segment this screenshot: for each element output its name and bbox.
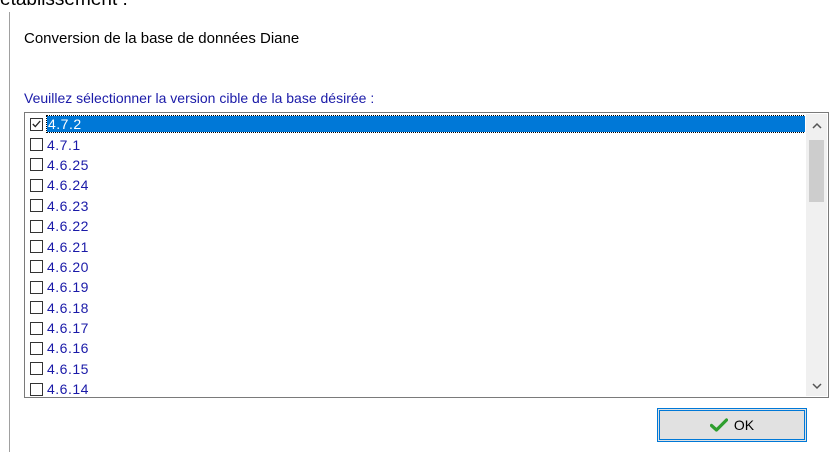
chevron-up-icon — [811, 116, 822, 134]
checkbox-check-icon — [32, 120, 41, 128]
version-label: 4.6.16 — [47, 340, 89, 357]
ok-button-focus-border — [659, 410, 805, 440]
version-checkbox[interactable] — [30, 301, 43, 315]
version-checkbox[interactable] — [30, 178, 43, 192]
version-label: 4.6.21 — [47, 238, 89, 255]
version-list-item[interactable]: 4.7.1 — [26, 134, 805, 154]
version-checkbox[interactable] — [30, 240, 43, 254]
version-list-item[interactable]: 4.7.2 — [26, 114, 805, 134]
version-list-item[interactable]: 4.6.20 — [26, 257, 805, 277]
version-label: 4.6.14 — [47, 381, 89, 396]
version-list-item[interactable]: 4.6.16 — [26, 338, 805, 358]
dialog-heading: Conversion de la base de données Diane — [24, 30, 300, 47]
window-border — [9, 12, 10, 452]
version-checkbox[interactable] — [30, 260, 43, 274]
version-list-item[interactable]: 4.6.14 — [26, 379, 805, 396]
version-list-item[interactable]: 4.6.25 — [26, 155, 805, 175]
version-label: 4.7.2 — [46, 115, 805, 134]
version-list-item[interactable]: 4.6.23 — [26, 196, 805, 216]
version-label: 4.6.24 — [47, 177, 89, 194]
version-label: 4.6.20 — [47, 258, 89, 275]
version-label: 4.6.23 — [47, 197, 89, 214]
version-checkbox[interactable] — [30, 382, 43, 396]
version-checkbox[interactable] — [30, 138, 43, 152]
version-label: 4.6.15 — [47, 360, 89, 377]
version-label: 4.6.19 — [47, 279, 89, 296]
version-label: 4.7.1 — [47, 136, 81, 153]
version-items: 4.7.2 4.7.1 4.6.25 4.6.24 4.6.23 4.6.22 4.6.21… — [26, 114, 805, 396]
version-checkbox[interactable] — [30, 362, 43, 376]
version-list-label: Veuillez sélectionner la version cible d… — [24, 90, 375, 106]
vertical-scrollbar[interactable] — [806, 114, 827, 396]
version-checkbox[interactable] — [30, 219, 43, 233]
version-label: 4.6.18 — [47, 299, 89, 316]
version-list-item[interactable]: 4.6.19 — [26, 277, 805, 297]
ok-button[interactable]: OK — [657, 408, 807, 442]
ok-button-label: OK — [733, 417, 755, 433]
version-list-item[interactable]: 4.6.15 — [26, 359, 805, 379]
scroll-up-button[interactable] — [806, 114, 827, 135]
chevron-down-icon — [811, 377, 822, 395]
version-list-item[interactable]: 4.6.24 — [26, 175, 805, 195]
version-label: 4.6.25 — [47, 156, 89, 173]
checkmark-icon — [709, 418, 728, 432]
version-checkbox[interactable] — [30, 199, 43, 213]
version-checklist[interactable]: 4.7.2 4.7.1 4.6.25 4.6.24 4.6.23 4.6.22 4.6.21… — [24, 112, 829, 398]
version-checkbox[interactable] — [30, 158, 43, 172]
version-checkbox[interactable] — [30, 321, 43, 335]
version-label: 4.6.17 — [47, 320, 89, 337]
version-list-item[interactable]: 4.6.21 — [26, 236, 805, 256]
version-checkbox[interactable] — [30, 280, 43, 294]
version-checkbox[interactable] — [30, 341, 43, 355]
version-list-item[interactable]: 4.6.22 — [26, 216, 805, 236]
scrollbar-thumb[interactable] — [809, 140, 824, 202]
version-label: 4.6.22 — [47, 218, 89, 235]
version-list-item[interactable]: 4.6.17 — [26, 318, 805, 338]
background-window-title: établissement : — [0, 0, 838, 12]
version-list-item[interactable]: 4.6.18 — [26, 298, 805, 318]
scroll-down-button[interactable] — [806, 375, 827, 396]
version-checkbox[interactable] — [30, 117, 43, 131]
